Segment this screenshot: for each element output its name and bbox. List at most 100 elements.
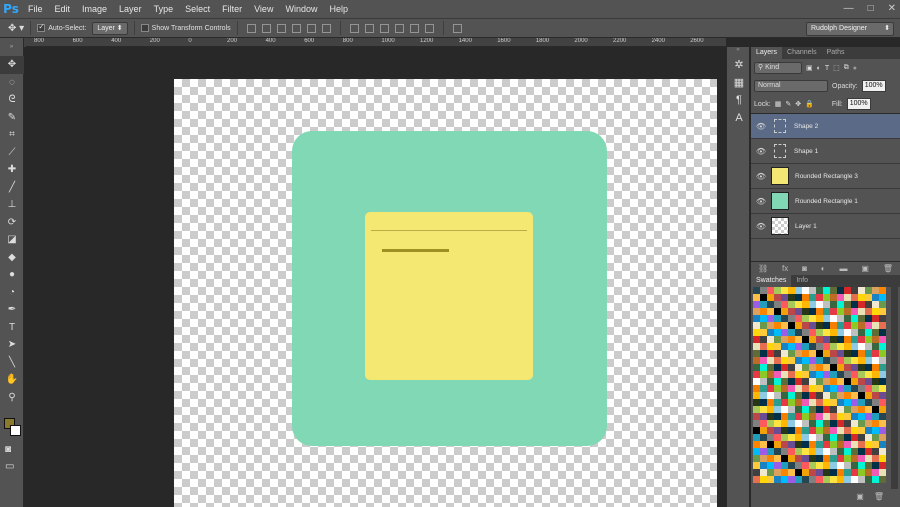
color-swatch[interactable] [872,455,879,462]
color-swatch[interactable] [774,336,781,343]
color-swatch[interactable] [802,364,809,371]
color-swatch[interactable] [795,315,802,322]
lock-image-icon[interactable]: ✎ [785,100,791,108]
color-swatch[interactable] [865,455,872,462]
color-swatch[interactable] [837,448,844,455]
color-swatch[interactable] [844,336,851,343]
color-swatch[interactable] [774,287,781,294]
color-swatch[interactable] [795,378,802,385]
color-swatch[interactable] [753,448,760,455]
dodge-tool-icon[interactable]: ◔ [0,284,24,302]
color-swatch[interactable] [865,301,872,308]
color-swatch[interactable] [837,329,844,336]
color-swatch[interactable] [774,378,781,385]
filter-adjustment-icon[interactable]: ◐ [817,65,821,72]
color-swatch[interactable] [795,385,802,392]
color-swatch[interactable] [872,350,879,357]
color-swatch[interactable] [795,343,802,350]
shape-2-line[interactable] [382,249,449,252]
color-swatch[interactable] [865,385,872,392]
color-swatch[interactable] [781,434,788,441]
color-swatch[interactable] [830,399,837,406]
color-swatch[interactable] [858,427,865,434]
color-swatch[interactable] [872,420,879,427]
color-swatch[interactable] [872,476,879,483]
color-swatch[interactable] [774,392,781,399]
color-swatch[interactable] [823,308,830,315]
distribute-hcenter-icon[interactable] [409,23,419,33]
color-swatch[interactable] [872,294,879,301]
zoom-tool-icon[interactable]: ⚲ [0,389,24,407]
color-swatch[interactable] [774,476,781,483]
color-swatch[interactable] [788,413,795,420]
color-swatch[interactable] [872,343,879,350]
color-swatch[interactable] [781,441,788,448]
color-swatch[interactable] [844,350,851,357]
color-swatch[interactable] [802,392,809,399]
trash-icon[interactable]: 🗑 [883,264,893,273]
color-swatch[interactable] [851,287,858,294]
color-swatch[interactable] [858,462,865,469]
color-swatch[interactable] [774,301,781,308]
color-swatch[interactable] [788,322,795,329]
color-swatch[interactable] [844,441,851,448]
color-swatch[interactable] [830,364,837,371]
color-swatch[interactable] [851,427,858,434]
color-swatch[interactable] [788,329,795,336]
color-swatch[interactable] [781,420,788,427]
color-swatch[interactable] [809,308,816,315]
color-swatch[interactable] [795,469,802,476]
color-swatch[interactable] [788,406,795,413]
color-swatch[interactable] [767,420,774,427]
color-swatch[interactable] [774,406,781,413]
color-swatch[interactable] [858,315,865,322]
color-swatch[interactable] [753,294,760,301]
shape-1-line[interactable] [371,230,527,231]
color-swatch[interactable] [753,413,760,420]
color-swatch[interactable] [760,287,767,294]
color-swatch[interactable] [872,427,879,434]
color-swatch[interactable] [774,469,781,476]
color-swatch[interactable] [823,406,830,413]
color-swatch[interactable] [795,336,802,343]
color-swatch[interactable] [802,448,809,455]
color-swatch[interactable] [802,357,809,364]
color-swatch[interactable] [872,357,879,364]
color-swatch[interactable] [781,336,788,343]
color-swatch[interactable] [809,364,816,371]
color-swatch[interactable] [858,350,865,357]
brush-tool-icon[interactable]: ╱ [0,179,24,197]
color-swatch[interactable] [781,364,788,371]
path-select-tool-icon[interactable]: ➤ [0,336,24,354]
color-swatch[interactable] [851,476,858,483]
color-swatch[interactable] [858,301,865,308]
color-swatch[interactable] [823,434,830,441]
color-swatch[interactable] [774,364,781,371]
color-swatch[interactable] [753,427,760,434]
tab-channels[interactable]: Channels [782,47,822,59]
color-swatch[interactable] [816,371,823,378]
move-tool-icon[interactable]: ✥ [0,56,24,74]
layer-row[interactable]: 👁 Rounded Rectangle 3 [751,164,900,189]
color-swatch[interactable] [851,301,858,308]
color-swatch[interactable] [809,343,816,350]
screen-mode-icon[interactable]: ▭ [5,461,14,472]
color-swatch[interactable] [760,301,767,308]
color-swatch[interactable] [865,406,872,413]
color-swatch[interactable] [795,329,802,336]
color-swatch[interactable] [837,427,844,434]
color-swatch[interactable] [781,385,788,392]
color-swatch[interactable] [823,350,830,357]
color-swatch[interactable] [879,315,886,322]
color-swatch[interactable] [837,308,844,315]
color-swatch[interactable] [837,287,844,294]
color-swatch[interactable] [760,371,767,378]
color-swatch[interactable] [858,371,865,378]
color-swatch[interactable] [781,350,788,357]
color-swatch[interactable] [816,357,823,364]
delete-swatch-icon[interactable]: 🗑 [874,492,884,501]
color-swatch[interactable] [830,371,837,378]
color-swatch[interactable] [872,441,879,448]
paragraph-icon[interactable]: ¶ [727,91,751,109]
color-swatch[interactable] [865,294,872,301]
